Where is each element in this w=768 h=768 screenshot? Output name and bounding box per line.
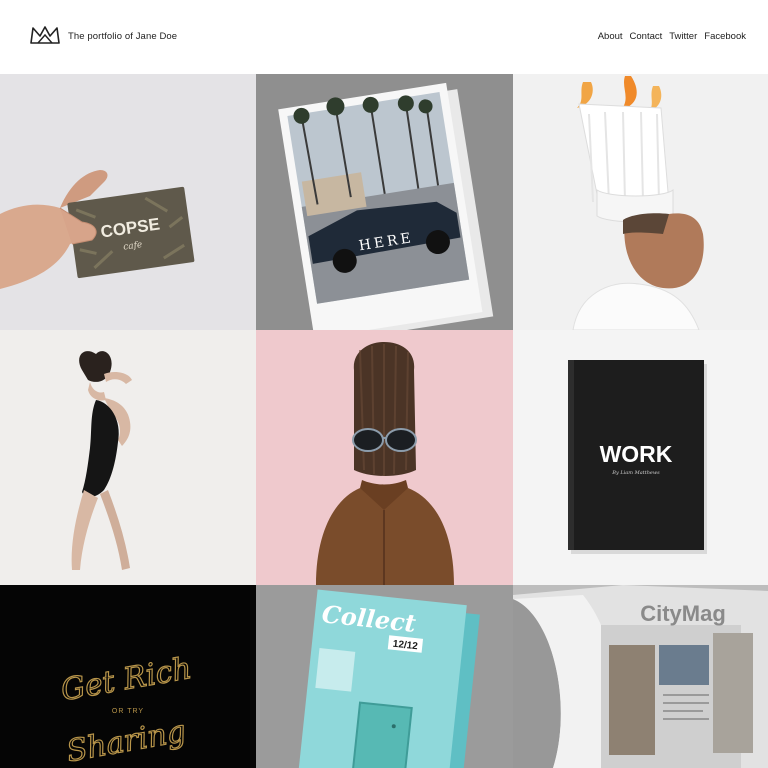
hair-portrait-image [256, 330, 513, 585]
copse-card-image: COPSE cafe [0, 74, 256, 330]
nav-facebook[interactable]: Facebook [704, 31, 746, 42]
project-tile-copse-card[interactable]: COPSE cafe [0, 74, 256, 330]
project-tile-work-book[interactable]: WORK By Liam Matthews [513, 330, 768, 585]
lettering-image: Get Rich OR TRY Sharing [0, 585, 256, 768]
nav-contact[interactable]: Contact [630, 31, 663, 42]
citymag-title: CityMag [640, 601, 726, 626]
citymag-image: CityMag [513, 585, 768, 768]
here-magazine-image: HERE [256, 74, 513, 330]
portfolio-grid: COPSE cafe HERE WORK By Liam Matthews Ge… [0, 74, 768, 768]
nav-about[interactable]: About [598, 31, 623, 42]
work-title: WORK [600, 441, 673, 467]
crown-icon[interactable] [30, 26, 60, 44]
collect-magazine-image: Collect 12/12 [256, 585, 513, 768]
project-tile-here-magazine[interactable]: HERE [256, 74, 513, 330]
main-nav: About Contact Twitter Facebook [598, 31, 746, 42]
lettering-line-2: OR TRY [112, 708, 144, 715]
chef-image [513, 74, 768, 330]
project-tile-hair-portrait[interactable] [256, 330, 513, 585]
project-tile-lettering[interactable]: Get Rich OR TRY Sharing [0, 585, 256, 768]
project-tile-model[interactable] [0, 330, 256, 585]
model-image [0, 330, 256, 585]
site-title[interactable]: The portfolio of Jane Doe [68, 31, 177, 42]
project-tile-collect-magazine[interactable]: Collect 12/12 [256, 585, 513, 768]
site-header: The portfolio of Jane Doe About Contact … [0, 0, 768, 74]
project-tile-citymag[interactable]: CityMag [513, 585, 768, 768]
work-book-image: WORK By Liam Matthews [513, 330, 768, 585]
project-tile-chef[interactable] [513, 74, 768, 330]
nav-twitter[interactable]: Twitter [669, 31, 697, 42]
work-author: By Liam Matthews [611, 470, 660, 476]
